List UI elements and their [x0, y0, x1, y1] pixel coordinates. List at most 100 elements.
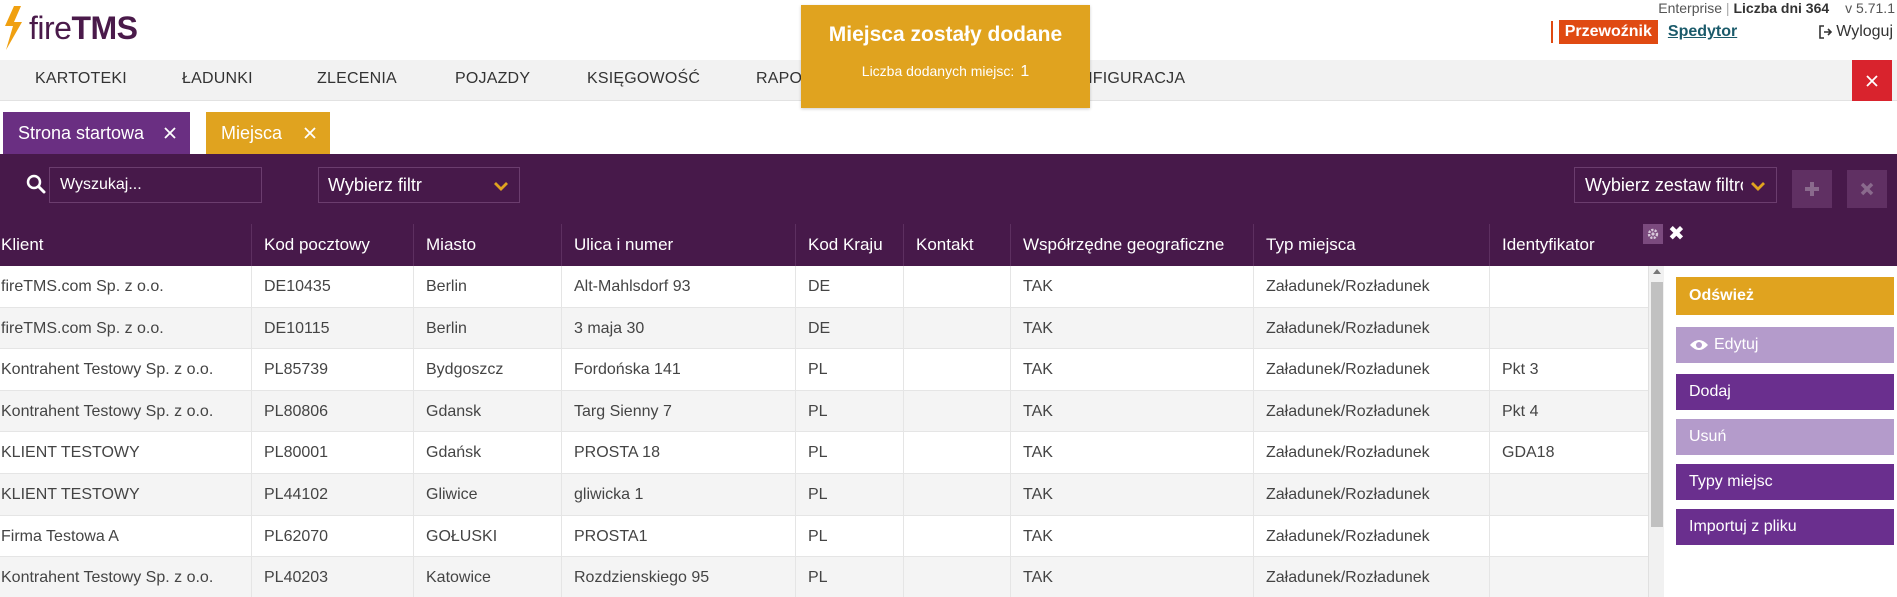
column-header-contact[interactable]: Kontakt — [904, 224, 1011, 266]
column-header-street[interactable]: Ulica i numer — [562, 224, 796, 266]
cell-identifier — [1490, 516, 1648, 557]
reset-columns-button[interactable]: ✖ — [1668, 224, 1685, 244]
cell-coordinates: TAK — [1011, 390, 1254, 432]
cell-country-code: PL — [796, 390, 904, 432]
search-input[interactable] — [49, 167, 262, 203]
cell-place-type: Załadunek/Rozładunek — [1254, 432, 1490, 474]
refresh-button[interactable]: Odśwież — [1676, 277, 1894, 315]
cell-street: 3 maja 30 — [562, 307, 796, 349]
nav-item-raporty[interactable]: RAPO — [756, 70, 802, 88]
logout-icon — [1819, 25, 1833, 39]
place-types-button[interactable]: Typy miejsc — [1676, 464, 1894, 500]
close-icon — [1866, 74, 1878, 87]
close-tab-icon[interactable] — [302, 125, 318, 141]
add-filter-set-button[interactable] — [1792, 170, 1832, 208]
cell-coordinates: TAK — [1011, 349, 1254, 391]
table-header: Klient Kod pocztowy Miasto Ulica i numer… — [0, 224, 1897, 266]
column-header-country-code[interactable]: Kod Kraju — [796, 224, 904, 266]
cell-coordinates: TAK — [1011, 266, 1254, 307]
nav-item-pojazdy[interactable]: POJAZDY — [455, 70, 530, 88]
cell-identifier — [1490, 557, 1648, 597]
filter-select[interactable]: Wybierz filtr — [318, 167, 520, 203]
cell-street: Targ Sienny 7 — [562, 390, 796, 432]
cell-contact — [904, 307, 1011, 349]
table-row[interactable]: Kontrahent Testowy Sp. z o.o. PL85739 Bydg… — [0, 349, 1648, 391]
scrollbar-thumb[interactable] — [1651, 282, 1663, 527]
nav-item-ksiegowosc[interactable]: KSIĘGOWOŚĆ — [587, 70, 700, 88]
notification-count: 1 — [1020, 63, 1030, 80]
column-header-city[interactable]: Miasto — [414, 224, 562, 266]
cell-country-code: DE — [796, 266, 904, 307]
cell-postal-code: PL40203 — [252, 557, 414, 597]
scroll-up-arrow-icon[interactable] — [1653, 269, 1661, 274]
edit-button[interactable]: Edytuj — [1676, 327, 1894, 363]
eye-icon — [1690, 340, 1708, 350]
cell-place-type: Załadunek/Rozładunek — [1254, 266, 1490, 307]
nav-item-kartoteki[interactable]: KARTOTEKI — [35, 70, 127, 88]
table-row[interactable]: KLIENT TESTOWY PL44102 Gliwice gliwicka 1 PL… — [0, 474, 1648, 516]
search-icon — [26, 174, 46, 194]
table-row[interactable]: fireTMS.com Sp. z o.o. DE10115 Berlin 3 maj… — [0, 307, 1648, 350]
column-header-identifier[interactable]: Identyfikator — [1490, 224, 1643, 266]
logo-text: fireTMS — [29, 9, 138, 46]
user-bar: Przewoźnik Spedytor Wyloguj — [1550, 20, 1893, 44]
plus-icon — [1805, 182, 1819, 196]
cell-city: Berlin — [414, 266, 562, 307]
cell-place-type: Załadunek/Rozładunek — [1254, 557, 1490, 597]
cell-street: Rozdzienskiego 95 — [562, 557, 796, 597]
close-tab-icon[interactable] — [162, 125, 178, 141]
forwarder-mode-link[interactable]: Spedytor — [1668, 23, 1737, 41]
table-scrollbar[interactable] — [1648, 266, 1664, 597]
column-settings-button[interactable] — [1643, 224, 1663, 244]
cell-country-code: PL — [796, 515, 904, 557]
app-logo[interactable]: fireTMS — [2, 4, 138, 52]
action-panel: Odśwież Edytuj Dodaj Usuń Typy miejsc Im… — [1664, 266, 1897, 597]
table-row[interactable]: Kontrahent Testowy Sp. z o.o. PL80806 Gdan… — [0, 390, 1648, 433]
cell-street: PROSTA1 — [562, 515, 796, 557]
cell-city: Katowice — [414, 557, 562, 597]
tab-places[interactable]: Miejsca — [206, 112, 330, 154]
cell-identifier — [1490, 308, 1648, 349]
cell-city: GOŁUSKI — [414, 515, 562, 557]
table-row[interactable]: KLIENT TESTOWY PL80001 Gdańsk PROSTA 18 PL TA… — [0, 432, 1648, 474]
cell-contact — [904, 390, 1011, 432]
notification-label: Liczba dodanych miejsc: — [861, 63, 1015, 79]
table-row[interactable]: fireTMS.com Sp. z o.o. DE10435 Berlin Alt-M… — [0, 266, 1648, 308]
delete-button[interactable]: Usuń — [1676, 419, 1894, 455]
cell-postal-code: DE10115 — [252, 307, 414, 349]
cell-contact — [904, 432, 1011, 474]
cell-postal-code: DE10435 — [252, 266, 414, 307]
nav-item-ladunki[interactable]: ŁADUNKI — [182, 70, 253, 88]
column-header-client[interactable]: Klient — [0, 224, 252, 266]
cell-client: fireTMS.com Sp. z o.o. — [0, 307, 252, 349]
table-body: fireTMS.com Sp. z o.o. DE10435 Berlin Alt-M… — [0, 266, 1648, 597]
cell-coordinates: TAK — [1011, 474, 1254, 515]
column-header-coordinates[interactable]: Współrzędne geograficzne — [1011, 224, 1254, 266]
delete-filter-set-button[interactable] — [1847, 170, 1887, 208]
cell-identifier — [1490, 266, 1648, 307]
days-left-label: Liczba dni 364 — [1733, 0, 1830, 16]
carrier-mode-button[interactable]: Przewoźnik — [1558, 20, 1658, 44]
cell-client: Firma Testowa A — [0, 515, 252, 557]
cell-postal-code: PL44102 — [252, 474, 414, 515]
add-button[interactable]: Dodaj — [1676, 374, 1894, 410]
close-all-button[interactable] — [1852, 60, 1892, 101]
cell-coordinates: TAK — [1011, 432, 1254, 474]
cell-contact — [904, 474, 1011, 515]
column-header-postal-code[interactable]: Kod pocztowy — [252, 224, 414, 266]
nav-item-zlecenia[interactable]: ZLECENIA — [317, 70, 397, 88]
license-info: Enterprise | Liczba dni 364 v 5.71.1 — [1658, 0, 1895, 16]
import-from-file-button[interactable]: Importuj z pliku — [1676, 509, 1894, 545]
table-row[interactable]: Kontrahent Testowy Sp. z o.o. PL40203 Kato… — [0, 557, 1648, 597]
table-row[interactable]: Firma Testowa A PL62070 GOŁUSKI PROSTA1 PL TA… — [0, 515, 1648, 558]
tab-start-page[interactable]: Strona startowa — [3, 112, 190, 154]
edition-label: Enterprise — [1658, 0, 1723, 16]
column-header-place-type[interactable]: Typ miejsca — [1254, 224, 1490, 266]
filter-set-label: Wybierz zestaw filtrów — [1585, 174, 1743, 195]
nav-item-konfiguracja[interactable]: NFIGURACJA — [1081, 70, 1185, 88]
cell-identifier — [1490, 474, 1648, 515]
logout-button[interactable]: Wyloguj — [1819, 23, 1893, 41]
logout-label: Wyloguj — [1836, 23, 1893, 40]
filter-set-select[interactable]: Wybierz zestaw filtrów — [1574, 167, 1777, 203]
cell-place-type: Załadunek/Rozładunek — [1254, 515, 1490, 557]
